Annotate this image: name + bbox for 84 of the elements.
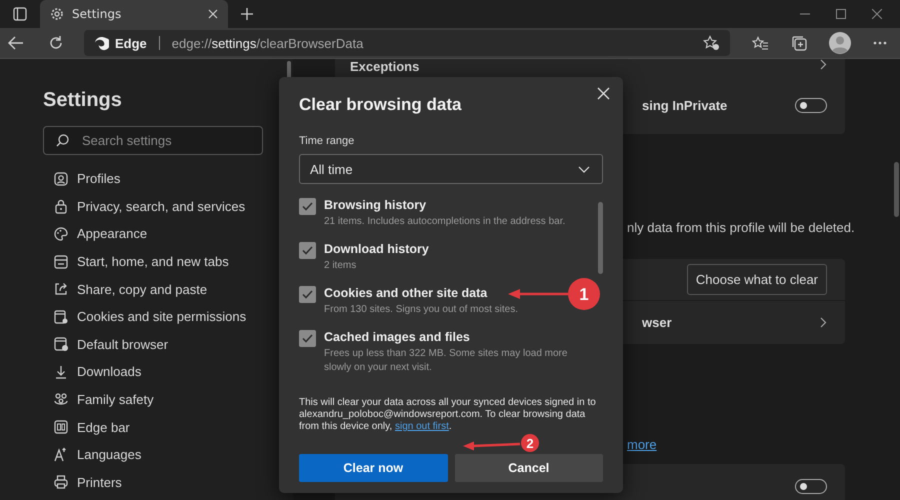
collections-icon[interactable]: [791, 35, 807, 51]
sidebar-item[interactable]: Cookies and site permissions: [43, 302, 285, 331]
time-range-dropdown[interactable]: All time: [299, 154, 603, 184]
new-tab-icon[interactable]: [240, 7, 254, 21]
checkbox[interactable]: [299, 330, 316, 347]
sidebar-icon: [53, 419, 69, 436]
download-icon: [53, 364, 69, 380]
address-bar[interactable]: Edge edge://settings/clearBrowserData: [84, 30, 730, 56]
maximize-icon[interactable]: [836, 9, 846, 19]
browser-icon: [53, 336, 69, 352]
close-icon[interactable]: [208, 9, 218, 19]
lock-icon: [53, 198, 69, 214]
favorites-icon[interactable]: [752, 36, 769, 50]
sidebar-item[interactable]: Languages: [43, 440, 285, 469]
printer-icon: [53, 474, 69, 490]
sidebar-item[interactable]: Appearance: [43, 220, 285, 248]
toggle-switch[interactable]: [795, 478, 827, 494]
annotation-arrow: [508, 289, 568, 299]
add-favorite-icon[interactable]: [703, 35, 720, 51]
option-label: Download history: [324, 242, 429, 256]
browser-logo-icon: [94, 36, 109, 50]
close-button[interactable]: [597, 87, 611, 101]
description-text: nly data from this profile will be deleted.: [627, 220, 855, 235]
palette-icon: [53, 226, 69, 242]
choose-what-to-clear-button[interactable]: Choose what to clear: [686, 264, 827, 295]
option-description: From 130 sites. Signs you out of most sites.: [324, 303, 518, 317]
row-label[interactable]: wser: [642, 315, 672, 330]
more-icon[interactable]: [873, 41, 887, 45]
checkmark-icon: [302, 246, 313, 255]
search-field[interactable]: Search settings: [43, 126, 263, 155]
option-description: 2 items: [324, 259, 358, 273]
chevron-icon[interactable]: [820, 317, 827, 328]
checkmark-icon: [302, 334, 313, 343]
search-icon: [56, 134, 69, 147]
sidebar-item[interactable]: Printers: [43, 468, 285, 496]
checkbox[interactable]: [299, 198, 316, 215]
profile-icon: [53, 170, 69, 187]
checkbox[interactable]: [299, 242, 316, 259]
option-label: Cached images and files: [324, 330, 471, 344]
checkmark-icon: [302, 202, 313, 211]
settings-title: Settings: [43, 89, 123, 112]
field-label: Time range: [299, 135, 356, 147]
option-label: Browsing history: [324, 198, 428, 212]
chevron-down-icon: [578, 166, 590, 172]
window-icon: [53, 254, 69, 270]
avatar-icon[interactable]: [829, 32, 851, 54]
browser-tab[interactable]: Settings: [40, 0, 228, 28]
scrollbar-thumb[interactable]: [598, 202, 603, 274]
scrollbar-thumb[interactable]: [894, 162, 899, 217]
refresh-icon[interactable]: [48, 35, 64, 51]
sidebar-item[interactable]: Downloads: [43, 358, 285, 386]
checkmark-icon: [302, 290, 313, 299]
option-label: Cookies and other site data: [324, 286, 488, 300]
sidebar-item[interactable]: Share, copy and paste: [43, 275, 285, 303]
row-label: sing InPrivate: [642, 98, 728, 112]
checkbox[interactable]: [299, 286, 316, 303]
sync-notice-text: This will clear your data across all your synced devices signed in to alexandru_poloboc@windowsreport.com. To clear browsing data from this device only, sign out first.: [299, 397, 597, 433]
sidebar-item[interactable]: Privacy, search, and services: [43, 192, 285, 220]
clear-now-button[interactable]: Clear now: [299, 454, 448, 482]
annotation-arrow: [463, 442, 520, 450]
gear-icon: [50, 7, 64, 21]
url-text: edge://settings/clearBrowserData: [172, 36, 364, 50]
sign-out-link[interactable]: sign out first: [394, 421, 449, 432]
close-icon[interactable]: [872, 9, 882, 19]
sidebar-item[interactable]: Start, home, and new tabs: [43, 248, 285, 276]
learn-more-link[interactable]: more: [627, 437, 657, 452]
chevron-icon[interactable]: [820, 59, 827, 70]
number-badge: 2: [521, 434, 539, 452]
sidebar-item[interactable]: Family safety: [43, 386, 285, 414]
number-badge: 1: [568, 278, 600, 310]
cancel-button[interactable]: Cancel: [454, 454, 603, 482]
sidebar-item[interactable]: Edge bar: [43, 413, 285, 441]
dialog-title: Clear browsing data: [299, 95, 462, 115]
share-icon: [53, 281, 69, 298]
option-description: 21 items. Includes autocompletions in the address bar.: [324, 215, 566, 229]
row-label[interactable]: Exceptions: [350, 59, 420, 74]
tab-actions-icon[interactable]: [13, 7, 27, 21]
sidebar-item[interactable]: Profiles: [43, 165, 285, 193]
sidebar-item[interactable]: Default browser: [43, 330, 285, 358]
close-icon: [597, 87, 610, 100]
browser-name: Edge: [115, 36, 147, 50]
back-icon[interactable]: [8, 36, 24, 50]
toggle-switch[interactable]: [795, 98, 827, 112]
option-description: Frees up less than 322 MB. Some sites may load more slowly on your next visit.: [324, 347, 568, 375]
